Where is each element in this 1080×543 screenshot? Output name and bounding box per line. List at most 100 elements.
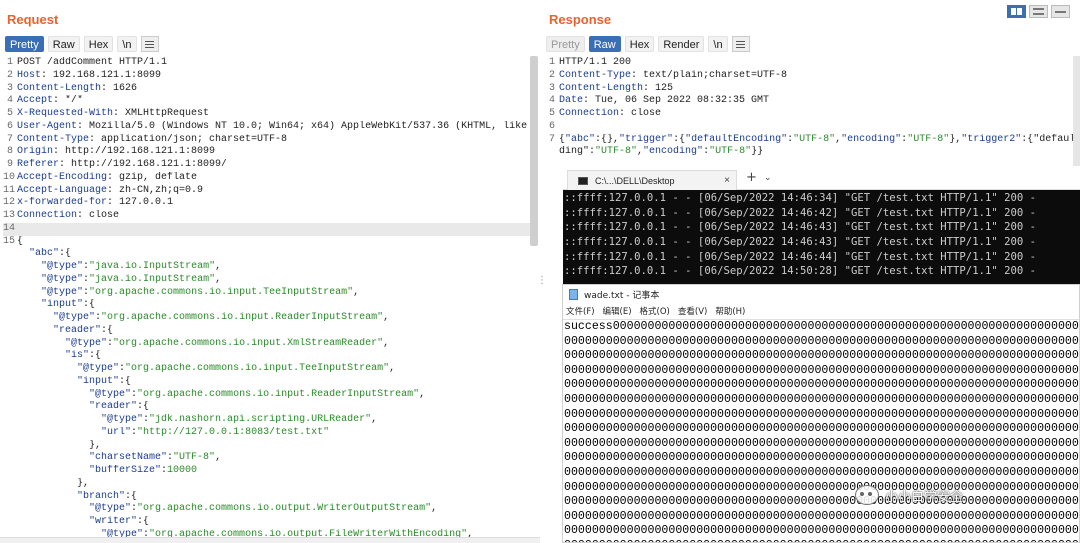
line-number [3, 325, 17, 338]
split-vertical-layout-icon[interactable] [1029, 5, 1048, 18]
menu-view[interactable]: 查看(V) [678, 305, 707, 317]
request-line: "@type":"jdk.nashorn.api.scripting.URLRe… [3, 414, 530, 427]
line-text: "abc":{ [29, 248, 72, 260]
request-line: 15{ [3, 236, 530, 249]
watermark-text: 小小白学安全 [885, 489, 964, 505]
request-line: "reader":{ [3, 401, 530, 414]
single-pane-layout-icon[interactable] [1051, 5, 1070, 18]
line-number: 1 [548, 57, 555, 68]
menu-format[interactable]: 格式(O) [640, 305, 670, 317]
line-number [3, 427, 17, 440]
response-line: 2 Content-Type: text/plain;charset=UTF-8 [545, 70, 1075, 83]
line-number [3, 478, 17, 491]
menu-file[interactable]: 文件(F) [566, 305, 595, 317]
request-line: 3 Content-Length: 1626 [3, 83, 530, 96]
split-horizontal-layout-icon[interactable] [1007, 5, 1026, 18]
notepad-text-line: 0000000000000000000000000000000000000000… [564, 524, 1079, 538]
line-text: "writer":{ [89, 516, 150, 527]
line-text [17, 223, 530, 236]
close-icon[interactable]: × [724, 175, 730, 186]
request-line: 6 User-Agent: Mozilla/5.0 (Windows NT 10.… [3, 121, 530, 134]
terminal-tab[interactable]: C:\...\DELL\Desktop × [567, 170, 737, 190]
notepad-text-line: 0000000000000000000000000000000000000000… [564, 451, 1079, 465]
menu-edit[interactable]: 编辑(E) [603, 305, 632, 317]
line-text: "@type":"org.apache.commons.io.input.Tee… [41, 286, 360, 298]
new-tab-icon[interactable]: + [746, 170, 757, 185]
line-text: "bufferSize":10000 [89, 465, 198, 476]
request-line: "input":{ [3, 299, 530, 312]
line-number: 10 [3, 171, 16, 183]
line-number [3, 529, 17, 537]
line-number [3, 312, 17, 325]
request-line: 8 Origin: http://192.168.121.1:8099 [3, 146, 530, 159]
menu-help[interactable]: 帮助(H) [715, 305, 745, 317]
notepad-text-line: 0000000000000000000000000000000000000000… [564, 392, 1079, 406]
request-tab-hex[interactable]: Hex [83, 36, 114, 52]
line-text: "branch":{ [77, 490, 138, 502]
line-number: 5 [548, 108, 555, 119]
request-scrollbar[interactable] [530, 56, 538, 246]
notepad-text-line: 0000000000000000000000000000000000000000… [564, 480, 1079, 494]
response-scrollbar[interactable] [1073, 56, 1080, 166]
terminal-log-line: ::ffff:127.0.0.1 - - [06/Sep/2022 14:46:… [564, 192, 1036, 204]
line-number [3, 465, 17, 478]
request-line: "@type":"org.apache.commons.io.output.Fi… [3, 529, 530, 537]
line-text: ding":"UTF-8","encoding":"UTF-8"}} [559, 146, 764, 158]
request-line: 4 Accept: */* [3, 95, 530, 108]
response-tab-newline[interactable]: \n [708, 36, 728, 52]
chevron-down-icon[interactable]: ⌄ [764, 173, 772, 183]
response-title: Response [549, 12, 612, 27]
notepad-text-line: 0000000000000000000000000000000000000000… [564, 465, 1079, 479]
request-tab-pretty[interactable]: Pretty [5, 36, 44, 52]
hamburger-menu-icon[interactable] [140, 36, 159, 52]
line-number: 8 [6, 146, 13, 158]
line-text: "@type":"java.io.InputStream", [41, 273, 222, 285]
line-number [3, 516, 17, 529]
line-text: Accept-Language: zh-CN,zh;q=0.9 [17, 184, 204, 196]
request-line: 1 POST /addComment HTTP/1.1 [3, 57, 530, 70]
notepad-text-line: 0000000000000000000000000000000000000000… [564, 378, 1079, 392]
watermark: 小小白学安全 [855, 485, 963, 505]
line-text: Connection: close [17, 210, 120, 221]
line-number [3, 350, 17, 363]
line-number [3, 452, 17, 465]
line-text: Content-Type: application/json; charset=… [17, 133, 288, 145]
response-tab-hex[interactable]: Hex [624, 36, 655, 52]
request-line: "@type":"org.apache.commons.io.output.Wr… [3, 503, 530, 516]
line-number [3, 299, 17, 312]
request-line: 2 Host: 192.168.121.1:8099 [3, 70, 530, 83]
line-text: Connection: close [559, 108, 662, 119]
notepad-text-area[interactable]: success000000000000000000000000000000000… [563, 319, 1079, 542]
line-number [3, 491, 17, 504]
request-editor[interactable]: 1 POST /addComment HTTP/1.1 2 Host: 192.168… [3, 57, 530, 537]
response-tab-pretty[interactable]: Pretty [546, 36, 585, 52]
line-text: X-Requested-With: XMLHttpRequest [17, 108, 210, 119]
line-text: "@type":"jdk.nashorn.api.scripting.URLRe… [101, 414, 378, 425]
line-text: "charsetName":"UTF-8", [89, 452, 222, 464]
line-text: POST /addComment HTTP/1.1 [17, 57, 168, 68]
request-line: "@type":"java.io.InputStream", [3, 274, 530, 287]
request-tab-raw[interactable]: Raw [47, 36, 80, 52]
notepad-menubar: 文件(F) 编辑(E) 格式(O) 查看(V) 帮助(H) [563, 303, 1079, 319]
terminal-log-line: ::ffff:127.0.0.1 - - [06/Sep/2022 14:46:… [564, 236, 1036, 249]
terminal-log-line: ::ffff:127.0.0.1 - - [06/Sep/2022 14:46:… [564, 250, 1036, 263]
request-tab-newline[interactable]: \n [117, 36, 137, 52]
pane-splitter-handle[interactable]: ⋮ [537, 275, 547, 286]
hamburger-menu-icon[interactable] [731, 36, 750, 52]
line-text: User-Agent: Mozilla/5.0 (Windows NT 10.0… [17, 120, 530, 132]
line-text: x-forwarded-for: 127.0.0.1 [17, 197, 174, 209]
terminal-tab-title: C:\...\DELL\Desktop [595, 175, 675, 186]
line-text: Referer: http://192.168.121.1:8099/ [17, 159, 228, 170]
response-line: 1 HTTP/1.1 200 [545, 57, 1075, 70]
request-line: "is":{ [3, 350, 530, 363]
line-number: 7 [6, 133, 13, 145]
notepad-text-line: success000000000000000000000000000000000… [564, 320, 1079, 333]
response-tab-render[interactable]: Render [658, 36, 705, 52]
line-text: "@type":"java.io.InputStream", [41, 261, 222, 272]
layout-toggle-group [1007, 5, 1070, 18]
line-text: Date: Tue, 06 Sep 2022 08:32:35 GMT [559, 95, 770, 107]
response-editor[interactable]: 1 HTTP/1.1 200 2 Content-Type: text/plain;c… [545, 57, 1075, 163]
line-text: Host: 192.168.121.1:8099 [17, 69, 162, 81]
response-tab-raw[interactable]: Raw [588, 36, 621, 52]
notepad-text-line: 0000000000000000000000000000000000000000… [564, 539, 1079, 542]
